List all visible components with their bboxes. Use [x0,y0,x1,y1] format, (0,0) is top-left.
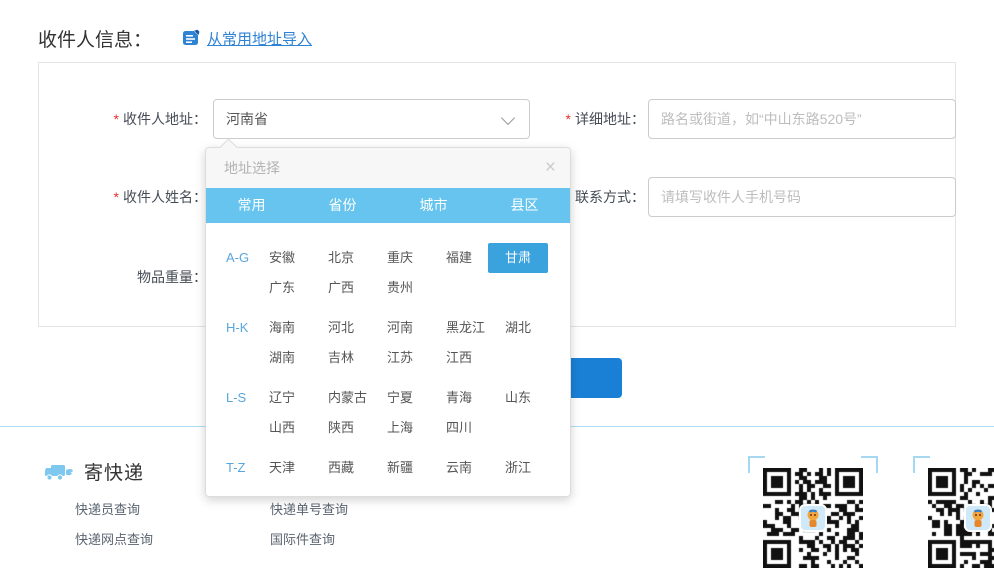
province-item[interactable]: 西藏 [328,453,387,483]
popup-tab-1[interactable]: 省份 [297,188,388,223]
qr-code-mini-program [928,468,994,568]
popup-title: 地址选择 [224,148,280,188]
province-item[interactable]: 贵州 [387,273,446,303]
province-item[interactable]: 云南 [446,453,505,483]
recipient-name-label: *收件人姓名： [0,177,207,217]
footer-link-partial-left[interactable]: 快递网点查询 [75,529,153,548]
province-group-L-S: L-S辽宁内蒙古宁夏青海山东山西陕西上海四川 [226,383,570,443]
close-icon[interactable]: × [545,156,556,180]
chevron-down-icon [501,111,515,125]
recipient-address-label: *收件人地址： [0,99,207,139]
footer-link-partial-right[interactable]: 国际件查询 [270,529,335,548]
province-item[interactable]: 湖北 [505,313,564,343]
province-item[interactable]: 江苏 [387,343,446,373]
province-group-T-Z: T-Z天津西藏新疆云南浙江 [226,453,570,483]
province-item[interactable]: 天津 [269,453,328,483]
mascot-icon [799,504,827,532]
popup-tab-0[interactable]: 常用 [206,188,297,223]
province-item[interactable]: 青海 [446,383,505,413]
province-group-H-K: H-K海南河北河南黑龙江湖北湖南吉林江苏江西 [226,313,570,373]
footer-link-tracking-query[interactable]: 快递单号查询 [270,499,348,518]
required-asterisk: * [566,111,571,127]
popup-tab-3[interactable]: 县区 [479,188,570,223]
province-item[interactable]: 上海 [387,413,446,443]
province-item[interactable]: 新疆 [387,453,446,483]
province-item[interactable]: 广西 [328,273,387,303]
scan-frame-corner-icon [861,456,878,473]
contact-input[interactable] [648,177,956,217]
group-letter: T-Z [226,453,269,483]
province-item[interactable]: 江西 [446,343,505,373]
notebook-pen-icon [182,29,200,47]
recipient-section-header: 收件人信息： 从常用地址导入 [38,24,312,52]
province-item[interactable]: 北京 [328,243,387,273]
province-item[interactable]: 湖南 [269,343,328,373]
province-item[interactable]: 安徽 [269,243,328,273]
group-letter: A-G [226,243,269,303]
detail-address-label: *详细地址： [540,99,645,139]
province-item[interactable]: 山西 [269,413,328,443]
group-letter: H-K [226,313,269,373]
popup-tab-2[interactable]: 城市 [388,188,479,223]
footer-link-courier-query[interactable]: 快递员查询 [75,499,140,518]
province-item[interactable]: 甘肃 [505,243,564,273]
popup-tabs: 常用省份城市县区 [206,188,570,223]
province-item[interactable]: 陕西 [328,413,387,443]
popup-header: 地址选择 × [206,148,570,188]
truck-icon [44,461,74,483]
province-item[interactable]: 重庆 [387,243,446,273]
province-item[interactable]: 海南 [269,313,328,343]
detail-address-input[interactable] [648,99,956,139]
import-address-label: 从常用地址导入 [207,28,312,49]
import-address-link[interactable]: 从常用地址导入 [182,28,312,49]
province-item[interactable]: 内蒙古 [328,383,387,413]
province-item[interactable]: 吉林 [328,343,387,373]
province-item[interactable]: 宁夏 [387,383,446,413]
province-item[interactable]: 河北 [328,313,387,343]
group-letter: L-S [226,383,269,443]
mascot-icon [964,504,992,532]
province-item[interactable]: 河南 [387,313,446,343]
page-title: 收件人信息： [38,25,152,52]
qr-code-app [763,468,863,568]
footer-heading: 寄快递 [84,458,144,485]
province-item[interactable]: 辽宁 [269,383,328,413]
province-list: A-G安徽北京重庆福建甘肃广东广西贵州H-K海南河北河南黑龙江湖北湖南吉林江苏江… [206,223,570,483]
recipient-address-value: 河南省 [226,111,268,127]
province-group-A-G: A-G安徽北京重庆福建甘肃广东广西贵州 [226,243,570,303]
address-picker-popup: 地址选择 × 常用省份城市县区 A-G安徽北京重庆福建甘肃广东广西贵州H-K海南… [205,147,571,497]
province-item[interactable]: 四川 [446,413,505,443]
province-item[interactable]: 浙江 [505,453,564,483]
required-asterisk: * [114,189,119,205]
province-item[interactable]: 广东 [269,273,328,303]
footer-send-express: 寄快递 [44,458,144,485]
required-asterisk: * [114,111,119,127]
province-item[interactable]: 山东 [505,383,564,413]
province-item[interactable]: 黑龙江 [446,313,505,343]
weight-label: 物品重量： [0,257,207,297]
recipient-address-select[interactable]: 河南省 [213,99,530,139]
